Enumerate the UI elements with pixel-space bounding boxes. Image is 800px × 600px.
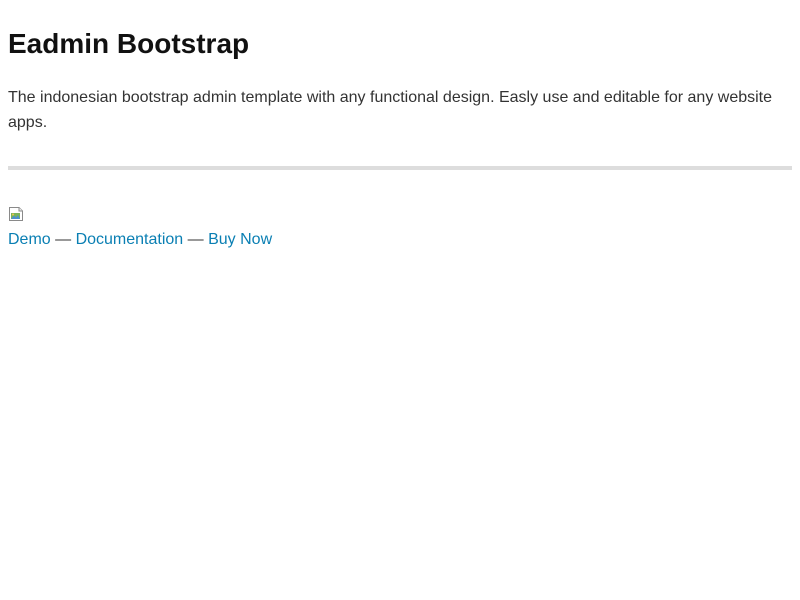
links-row: Demo — Documentation — Buy Now bbox=[8, 230, 272, 250]
link-separator: — bbox=[50, 231, 76, 248]
buy-now-link[interactable]: Buy Now bbox=[208, 231, 272, 248]
broken-image-icon[interactable] bbox=[8, 206, 24, 222]
demo-link[interactable]: Demo bbox=[8, 231, 51, 248]
page-title: Eadmin Bootstrap bbox=[8, 28, 250, 59]
page-description: The indonesian bootstrap admin template … bbox=[8, 89, 773, 131]
link-separator: — bbox=[183, 231, 209, 248]
horizontal-divider bbox=[8, 166, 792, 170]
documentation-link[interactable]: Documentation bbox=[76, 231, 184, 248]
